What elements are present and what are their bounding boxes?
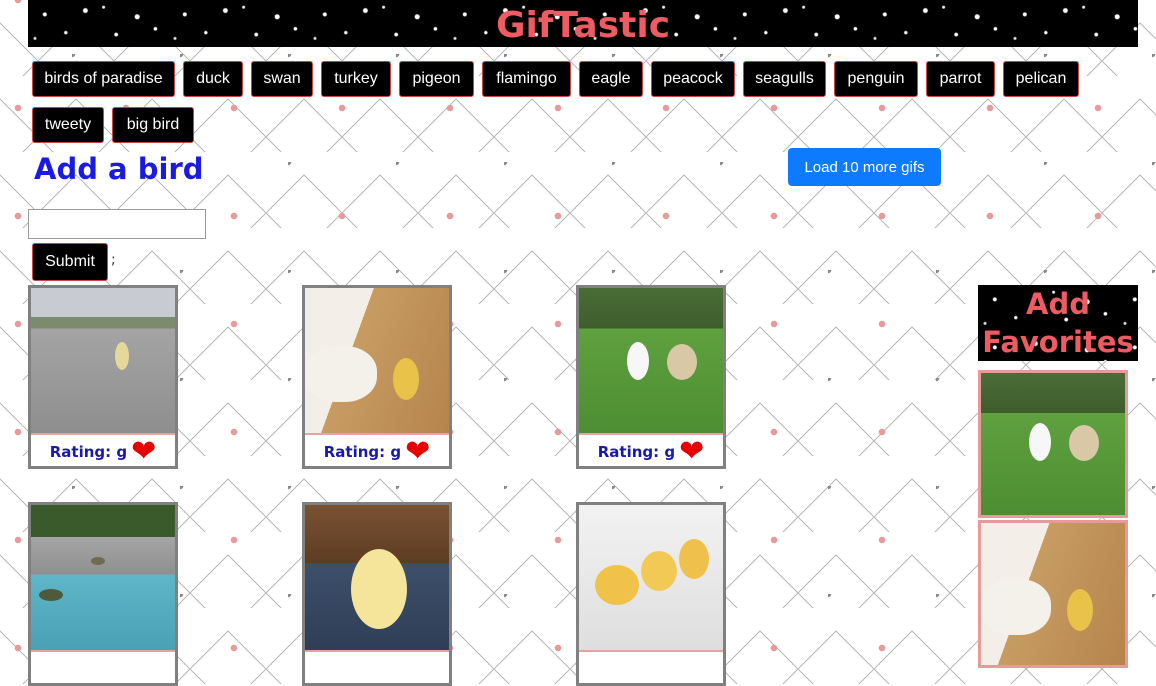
gif-card[interactable]: Rating: g ❤ (28, 285, 178, 469)
bird-button-penguin[interactable]: penguin (834, 61, 918, 97)
gif-card[interactable] (302, 502, 452, 686)
bird-button-birds-of-paradise[interactable]: birds of paradise (32, 61, 175, 97)
gif-card[interactable]: Rating: g ❤ (302, 285, 452, 469)
bird-button-swan[interactable]: swan (251, 61, 313, 97)
gif-image[interactable] (31, 505, 175, 652)
favorites-header: Add Favorites (978, 285, 1138, 361)
trailing-text: ; (111, 252, 116, 268)
gif-card[interactable]: Rating: g ❤ (576, 285, 726, 469)
heart-icon[interactable]: ❤ (131, 437, 156, 467)
gif-rating: Rating: g (597, 443, 676, 461)
favorite-item[interactable] (978, 370, 1128, 518)
gif-rating: Rating: g (49, 443, 128, 461)
gif-image[interactable] (579, 288, 723, 435)
load-more-button[interactable]: Load 10 more gifs (788, 148, 941, 186)
heart-icon[interactable]: ❤ (405, 437, 430, 467)
bird-button-pelican[interactable]: pelican (1003, 61, 1079, 97)
site-title: GifTastic (495, 5, 671, 46)
bird-input[interactable] (28, 209, 206, 239)
gif-image[interactable] (579, 505, 723, 652)
bird-button-tweety[interactable]: tweety (32, 107, 104, 143)
gif-image[interactable] (31, 288, 175, 435)
bird-button-peacock[interactable]: peacock (651, 61, 735, 97)
bird-button-pigeon[interactable]: pigeon (399, 61, 474, 97)
favorite-item[interactable] (978, 520, 1128, 668)
bird-button-parrot[interactable]: parrot (926, 61, 995, 97)
site-header: GifTastic (28, 0, 1138, 47)
gif-image[interactable] (305, 505, 449, 652)
bird-button-turkey[interactable]: turkey (321, 61, 391, 97)
bird-button-duck[interactable]: duck (183, 61, 243, 97)
bird-button-big-bird[interactable]: big bird (112, 107, 194, 143)
gif-rating: Rating: g (323, 443, 402, 461)
heart-icon[interactable]: ❤ (679, 437, 704, 467)
gif-card[interactable] (28, 502, 178, 686)
add-bird-heading: Add a bird (34, 152, 204, 186)
favorites-title: Add Favorites (982, 287, 1134, 359)
bird-button-eagle[interactable]: eagle (579, 61, 643, 97)
bird-button-flamingo[interactable]: flamingo (482, 61, 571, 97)
bird-button-seagulls[interactable]: seagulls (743, 61, 826, 97)
gif-card[interactable] (576, 502, 726, 686)
gif-image[interactable] (305, 288, 449, 435)
submit-button[interactable]: Submit (32, 243, 108, 281)
